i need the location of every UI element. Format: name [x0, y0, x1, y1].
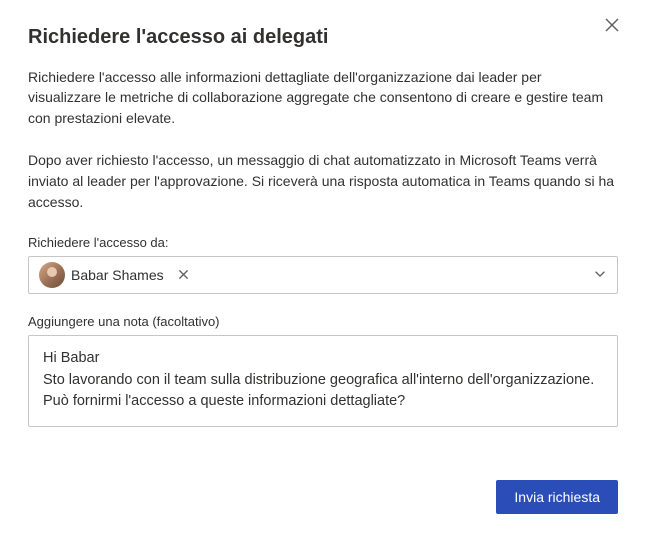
- close-button[interactable]: [596, 10, 628, 42]
- person-chip: Babar Shames: [37, 262, 196, 288]
- person-name: Babar Shames: [71, 267, 168, 283]
- expand-picker-button[interactable]: [593, 266, 607, 283]
- submit-request-button[interactable]: Invia richiesta: [496, 480, 618, 514]
- note-label: Aggiungere una nota (facoltativo): [28, 314, 618, 329]
- close-icon: [604, 17, 620, 36]
- close-icon: [178, 267, 189, 283]
- note-textarea[interactable]: Hi Babar Sto lavorando con il team sulla…: [28, 335, 618, 427]
- request-from-picker[interactable]: Babar Shames: [28, 256, 618, 294]
- remove-person-button[interactable]: [174, 265, 194, 285]
- avatar: [39, 262, 65, 288]
- dialog-after-text: Dopo aver richiesto l'accesso, un messag…: [28, 150, 618, 213]
- dialog-title: Richiedere l'accesso ai delegati: [28, 26, 618, 49]
- chevron-down-icon: [593, 267, 607, 283]
- request-from-label: Richiedere l'accesso da:: [28, 235, 618, 250]
- dialog-intro-text: Richiedere l'accesso alle informazioni d…: [28, 67, 618, 128]
